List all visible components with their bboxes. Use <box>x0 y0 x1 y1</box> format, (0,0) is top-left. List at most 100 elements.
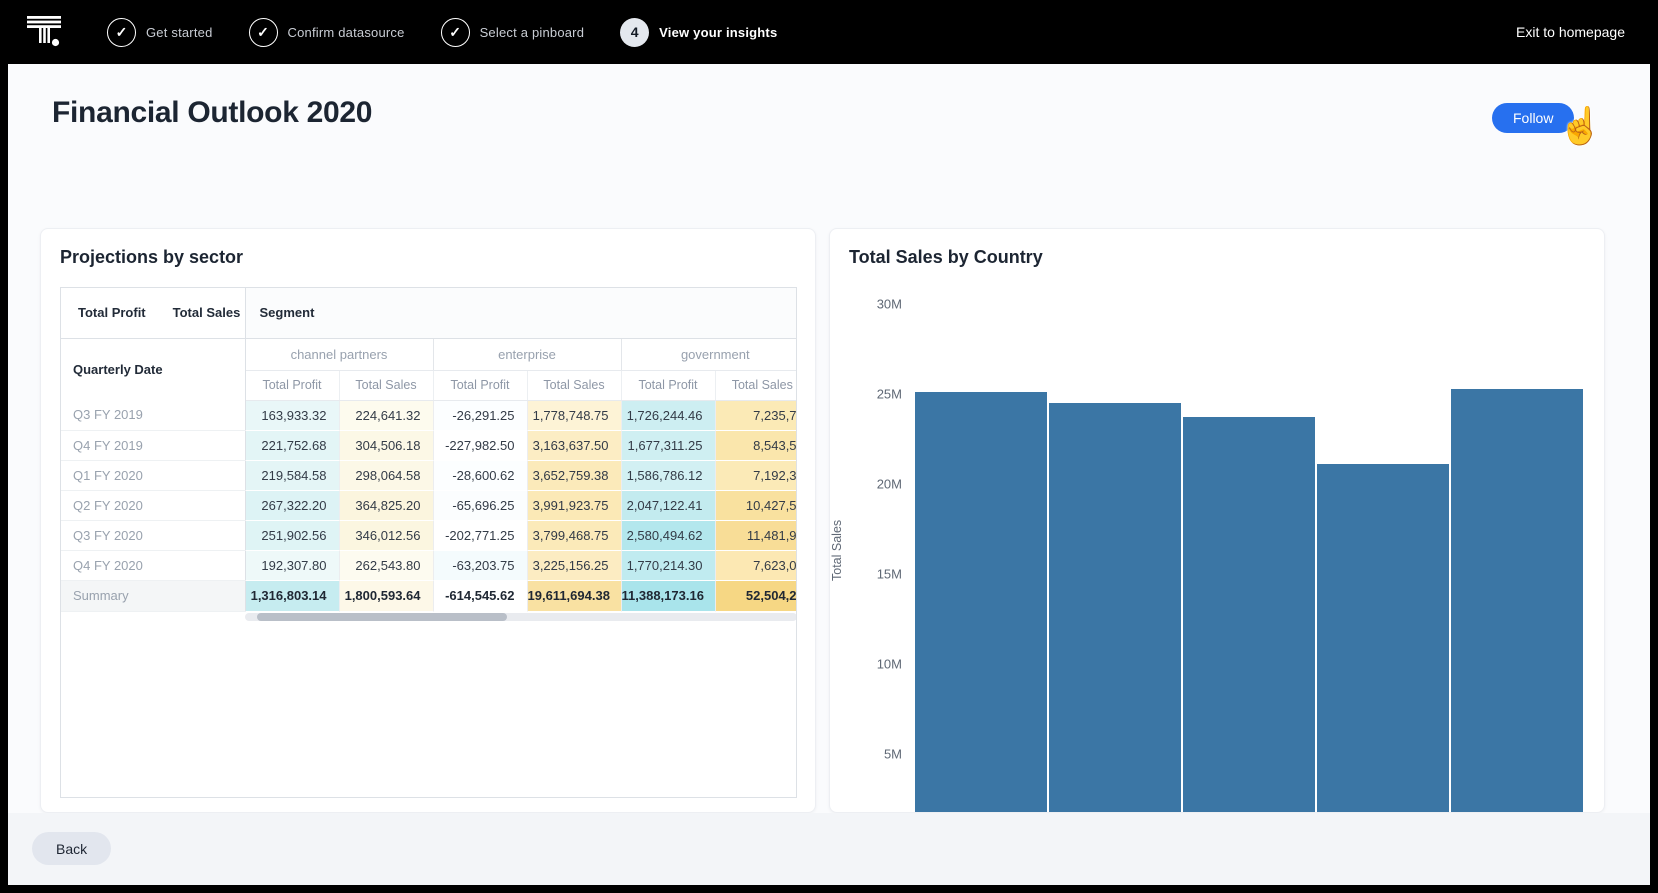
value-cell[interactable]: 8,543,5 <box>715 430 797 460</box>
row-label[interactable]: Q3 FY 2020 <box>61 520 245 550</box>
value-cell[interactable]: 1,800,593.64 <box>339 580 433 611</box>
step-label: Confirm datasource <box>288 25 405 40</box>
step-item-2[interactable]: ✓ Confirm datasource <box>249 18 405 47</box>
value-cell[interactable]: 3,163,637.50 <box>527 430 621 460</box>
page-title: Financial Outlook 2020 <box>52 96 372 130</box>
projections-title: Projections by sector <box>60 247 243 268</box>
row-label[interactable]: Q4 FY 2019 <box>61 430 245 460</box>
value-cell[interactable]: 10,427,5 <box>715 490 797 520</box>
value-cell[interactable]: 7,235,7 <box>715 400 797 430</box>
value-cell[interactable]: 1,316,803.14 <box>245 580 339 611</box>
app-window: ✓ Get started ✓ Confirm datasource ✓ Select a… <box>0 0 1658 893</box>
value-cell[interactable]: 221,752.68 <box>245 430 339 460</box>
row-label[interactable]: Q3 FY 2019 <box>61 400 245 430</box>
row-label[interactable]: Q2 FY 2020 <box>61 490 245 520</box>
projections-table-container: Total Profit Total Sales Segment Quarter… <box>60 287 797 798</box>
row-label[interactable]: Q1 FY 2020 <box>61 460 245 490</box>
step-item-3[interactable]: ✓ Select a pinboard <box>441 18 585 47</box>
measure-column-header[interactable]: Total Profit <box>621 370 715 400</box>
value-cell[interactable]: -614,545.62 <box>433 580 527 611</box>
value-cell[interactable]: 163,933.32 <box>245 400 339 430</box>
step-label: View your insights <box>659 25 777 40</box>
value-cell[interactable]: 267,322.20 <box>245 490 339 520</box>
segment-group-header[interactable]: government <box>621 338 797 370</box>
value-cell[interactable]: -26,291.25 <box>433 400 527 430</box>
value-cell[interactable]: 1,778,748.75 <box>527 400 621 430</box>
column-dimension-header[interactable]: Segment <box>245 288 797 338</box>
bar-total-sales[interactable] <box>915 392 1047 813</box>
horizontal-scrollbar-track[interactable] <box>245 613 797 621</box>
measure-column-header[interactable]: Total Sales <box>339 370 433 400</box>
value-cell[interactable]: 11,388,173.16 <box>621 580 715 611</box>
value-cell[interactable]: 251,902.56 <box>245 520 339 550</box>
value-cell[interactable]: -65,696.25 <box>433 490 527 520</box>
value-cell[interactable]: 7,623,0 <box>715 550 797 580</box>
y-axis-tick: 5M <box>844 747 902 762</box>
segment-group-header[interactable]: channel partners <box>245 338 433 370</box>
projections-card: Projections by sector Total Profit Total… <box>40 228 816 813</box>
value-cell[interactable]: 1,586,786.12 <box>621 460 715 490</box>
measure-column-header[interactable]: Total Sales <box>527 370 621 400</box>
y-axis-tick: 10M <box>844 657 902 672</box>
y-axis-label: Total Sales <box>830 520 844 581</box>
value-cell[interactable]: 262,543.80 <box>339 550 433 580</box>
value-cell[interactable]: -202,771.25 <box>433 520 527 550</box>
measure-column-header[interactable]: Total Profit <box>245 370 339 400</box>
table-row: Q4 FY 2020192,307.80262,543.80-63,203.75… <box>61 550 797 580</box>
value-cell[interactable]: -28,600.62 <box>433 460 527 490</box>
value-cell[interactable]: 3,991,923.75 <box>527 490 621 520</box>
measure-column-header[interactable]: Total Profit <box>433 370 527 400</box>
step-item-1[interactable]: ✓ Get started <box>107 18 213 47</box>
table-row: Q2 FY 2020267,322.20364,825.20-65,696.25… <box>61 490 797 520</box>
value-cell[interactable]: 19,611,694.38 <box>527 580 621 611</box>
value-cell[interactable]: 2,047,122.41 <box>621 490 715 520</box>
total-sales-chart-card: Total Sales by Country Total Sales 30M25… <box>829 228 1605 813</box>
value-cell[interactable]: 1,770,214.30 <box>621 550 715 580</box>
table-row: Q3 FY 2020251,902.56346,012.56-202,771.2… <box>61 520 797 550</box>
measure-total-profit: Total Profit <box>78 305 146 320</box>
value-cell[interactable]: 364,825.20 <box>339 490 433 520</box>
check-icon: ✓ <box>107 18 136 47</box>
bar-total-sales[interactable] <box>1317 464 1449 813</box>
row-label[interactable]: Q4 FY 2020 <box>61 550 245 580</box>
value-cell[interactable]: 3,799,468.75 <box>527 520 621 550</box>
value-cell[interactable]: 1,726,244.46 <box>621 400 715 430</box>
value-cell[interactable]: 11,481,9 <box>715 520 797 550</box>
check-icon: ✓ <box>249 18 278 47</box>
check-icon: ✓ <box>441 18 470 47</box>
exit-to-homepage-link[interactable]: Exit to homepage <box>1516 0 1625 64</box>
segment-group-header[interactable]: enterprise <box>433 338 621 370</box>
pivot-body: Q3 FY 2019163,933.32224,641.32-26,291.25… <box>61 400 797 611</box>
value-cell[interactable]: 219,584.58 <box>245 460 339 490</box>
horizontal-scrollbar-thumb[interactable] <box>257 613 507 621</box>
value-cell[interactable]: 298,064.58 <box>339 460 433 490</box>
row-dimension-header[interactable]: Quarterly Date <box>61 338 245 400</box>
follow-button[interactable]: Follow <box>1492 103 1574 133</box>
value-cell[interactable]: 3,225,156.25 <box>527 550 621 580</box>
summary-row: Summary1,316,803.141,800,593.64-614,545.… <box>61 580 797 611</box>
step-item-4[interactable]: 4View your insights <box>620 18 777 47</box>
back-button[interactable]: Back <box>32 832 111 865</box>
step-label: Get started <box>146 25 213 40</box>
value-cell[interactable]: 346,012.56 <box>339 520 433 550</box>
value-cell[interactable]: 192,307.80 <box>245 550 339 580</box>
bar-total-sales[interactable] <box>1049 403 1181 813</box>
value-cell[interactable]: 52,504,2 <box>715 580 797 611</box>
y-axis-tick: 25M <box>844 387 902 402</box>
value-cell[interactable]: 2,580,494.62 <box>621 520 715 550</box>
value-cell[interactable]: 224,641.32 <box>339 400 433 430</box>
value-cell[interactable]: -227,982.50 <box>433 430 527 460</box>
value-cell[interactable]: 3,652,759.38 <box>527 460 621 490</box>
wizard-topbar: ✓ Get started ✓ Confirm datasource ✓ Select a… <box>0 0 1658 64</box>
value-cell[interactable]: 304,506.18 <box>339 430 433 460</box>
y-axis-tick: 15M <box>844 567 902 582</box>
row-label[interactable]: Summary <box>61 580 245 611</box>
value-cell[interactable]: -63,203.75 <box>433 550 527 580</box>
corner-measures-cell[interactable]: Total Profit Total Sales <box>61 288 245 338</box>
value-cell[interactable]: 1,677,311.25 <box>621 430 715 460</box>
bar-total-sales[interactable] <box>1183 417 1315 813</box>
step-label: Select a pinboard <box>480 25 585 40</box>
bar-total-sales[interactable] <box>1451 389 1583 813</box>
value-cell[interactable]: 7,192,3 <box>715 460 797 490</box>
measure-column-header[interactable]: Total Sales <box>715 370 797 400</box>
